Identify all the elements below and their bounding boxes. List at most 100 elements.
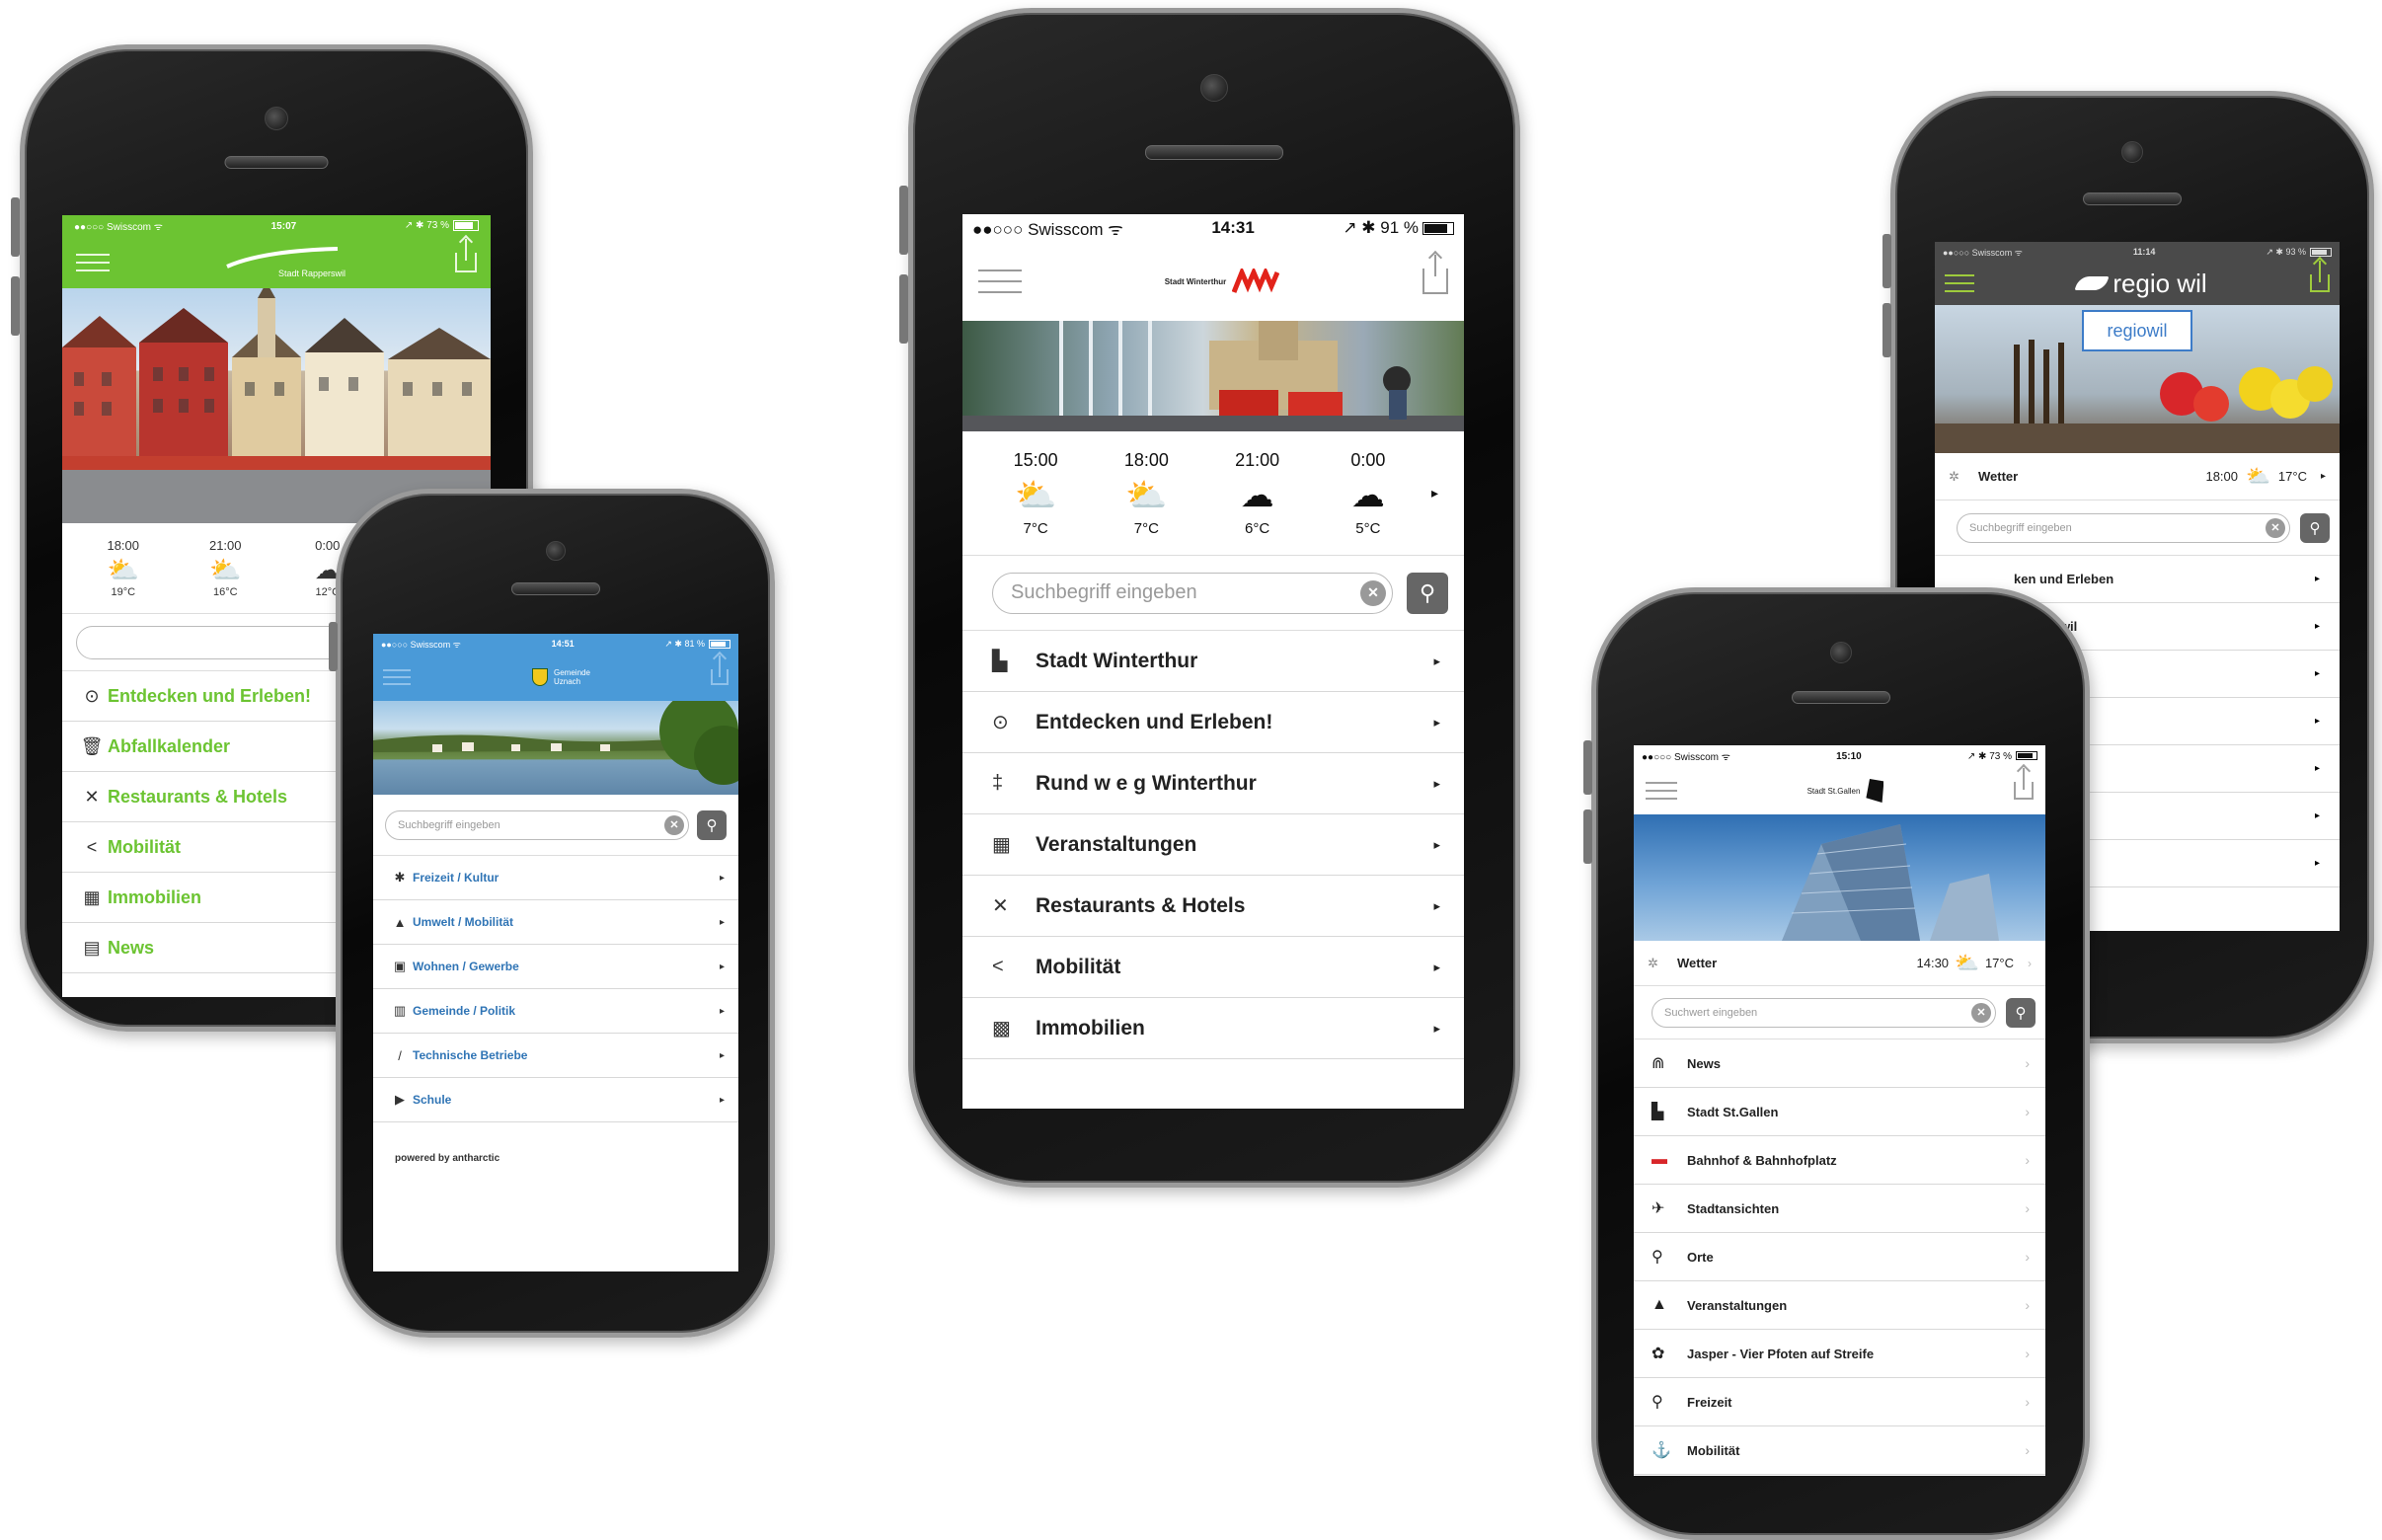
menu-icon[interactable] [1945, 274, 1974, 292]
list-item[interactable]: ✈ Stadtansichten › [1634, 1185, 2045, 1233]
list-item[interactable]: ▙ Stadt Winterthur ▸ [962, 631, 1464, 692]
list-item[interactable]: ▬ Bahnhof & Bahnhofplatz › [1634, 1136, 2045, 1185]
list-item-label: News [1687, 1055, 1721, 1071]
weather-time: 21:00 [208, 538, 242, 553]
clear-icon[interactable]: ✕ [1360, 579, 1386, 606]
house-icon: ▣ [393, 959, 407, 973]
menu-icon[interactable] [978, 270, 1022, 293]
front-camera [2121, 141, 2143, 163]
weather-strip[interactable]: 15:00 ⛅ 7°C 18:00 ⛅ 7°C 21:00 ☁ 6°C 0:00 ☁ 5°C ▸ [962, 431, 1464, 556]
carrier: ●●○○○ Swisscom ᯤ [1943, 247, 2023, 258]
list-item[interactable]: ⊙ Entdecken und Erleben! ▸ [962, 692, 1464, 753]
battery-icon [1422, 222, 1454, 236]
earpiece-speaker [510, 582, 600, 595]
battery-icon [2309, 247, 2332, 257]
battery-label: ↗ ✱ 93 % [2266, 246, 2306, 257]
tent-icon: ▲ [1652, 1296, 1667, 1313]
list-item[interactable]: / Technische Betriebe ▸ [373, 1034, 738, 1078]
carrier: ●●○○○ Swisscom ᯤ [972, 219, 1123, 239]
chevron-right-icon: › [2025, 1394, 2030, 1410]
list-item[interactable]: < Mobilität ▸ [962, 937, 1464, 998]
chevron-right-icon: › [2025, 1442, 2030, 1458]
map-pin-icon: ⚲ [1652, 1249, 1663, 1266]
weather-row[interactable]: ✲ Wetter 18:00 ⛅ 17°C ▸ [1935, 453, 2340, 500]
search-placeholder: Suchwert eingeben [1664, 1006, 1758, 1019]
menu-icon[interactable] [1646, 782, 1677, 800]
menu-icon[interactable] [76, 254, 110, 271]
search-button[interactable]: ⚲ [2006, 997, 2036, 1028]
weather-label: Wetter [1677, 956, 1718, 970]
search-button[interactable]: ⚲ [2300, 512, 2330, 543]
list-item[interactable]: ▦ Veranstaltungen ▸ [962, 814, 1464, 876]
menu-list: ⋒ News › ▙ Stadt St.Gallen › ▬ Bahnhof & Bahn… [1634, 1040, 2045, 1476]
search-button[interactable]: ⚲ [1407, 572, 1448, 614]
chevron-right-icon: ▸ [1433, 897, 1440, 913]
bear-coat-of-arms-icon [1866, 779, 1884, 803]
list-item[interactable]: ▣ Wohnen / Gewerbe ▸ [373, 945, 738, 989]
menu-icon[interactable] [383, 669, 411, 685]
trash-icon: 🗑 [80, 735, 104, 756]
weather-row[interactable]: ✲ Wetter 14:30 ⛅ 17°C › [1634, 941, 2045, 986]
list-item[interactable]: ▲ Veranstaltungen › [1634, 1281, 2045, 1330]
list-item[interactable]: ✿ Jasper - Vier Pfoten auf Streife › [1634, 1330, 2045, 1378]
list-item[interactable]: ▥ Gemeinde / Politik ▸ [373, 989, 738, 1034]
list-item-label: Umwelt / Mobilität [413, 915, 513, 929]
sun-cloud-icon: ⛅ [1955, 953, 1979, 974]
list-item[interactable]: ⋒ News › [1634, 1040, 2045, 1088]
battery-label: ↗ ✱ 73 % [404, 220, 449, 232]
search-input[interactable]: Suchbegriff eingeben ✕ [1957, 512, 2290, 543]
search-button[interactable]: ⚲ [697, 809, 727, 840]
highrise-illustration [1782, 824, 1999, 941]
share-icon[interactable] [711, 669, 729, 685]
sun-cloud-icon: ⛅ [107, 555, 139, 584]
battery-icon [708, 639, 730, 649]
list-item-label: Veranstaltungen [1036, 832, 1197, 856]
app-logo: regio wil [2074, 269, 2207, 299]
share-icon[interactable] [454, 253, 477, 272]
battery-icon [2016, 751, 2037, 761]
clock: 11:14 [2132, 247, 2156, 257]
clear-icon[interactable]: ✕ [664, 814, 684, 835]
logo-text: Stadt Rapperswil [277, 269, 346, 278]
hero-image [962, 321, 1464, 431]
list-item[interactable]: ⚲ Orte › [1634, 1233, 2045, 1281]
share-icon[interactable] [2014, 782, 2034, 800]
rss-icon: ⋒ [1652, 1055, 1665, 1072]
search-row: Suchbegriff eingeben ✕ ⚲ [962, 556, 1464, 631]
search-input[interactable]: Suchbegriff eingeben ✕ [992, 572, 1393, 614]
list-item[interactable]: ▲ Umwelt / Mobilität ▸ [373, 900, 738, 945]
weather-temp: 5°C [1355, 519, 1381, 537]
weather-time: 0:00 [315, 538, 341, 553]
list-item[interactable]: ▶ Schule ▸ [373, 1078, 738, 1122]
search-input[interactable]: Suchwert eingeben ✕ [1652, 997, 1996, 1028]
share-icon[interactable] [2310, 274, 2330, 292]
chevron-right-icon: › [2028, 956, 2032, 970]
menu-list: ✱ Freizeit / Kultur ▸ ▲ Umwelt / Mobilität ▸… [373, 856, 738, 1153]
news-icon: ▤ [83, 937, 101, 958]
list-item[interactable]: ⚓ Mobilität › [1634, 1426, 2045, 1475]
search-input[interactable]: Suchbegriff eingeben ✕ [385, 809, 689, 840]
chevron-right-icon: ▸ [719, 916, 725, 928]
chevron-right-icon: ▸ [2320, 471, 2326, 482]
search-placeholder: Suchbegriff eingeben [1011, 581, 1197, 603]
environment-icon: ▲ [393, 914, 407, 930]
earpiece-speaker [2083, 192, 2182, 205]
list-item[interactable]: ✱ Freizeit / Kultur ▸ [373, 856, 738, 900]
chevron-right-icon: › [2025, 1152, 2030, 1168]
weather-temp: 16°C [212, 586, 238, 598]
station-square-illustration [962, 321, 1464, 431]
list-item[interactable]: ‡ Rund w e g Winterthur ▸ [962, 753, 1464, 814]
leisure-icon: ✱ [394, 870, 406, 885]
list-item[interactable]: ▙ Stadt St.Gallen › [1634, 1088, 2045, 1136]
sun-cloud-icon: ⛅ [1125, 476, 1168, 514]
sun-cloud-icon: ⛅ [209, 555, 242, 584]
side-button [11, 276, 20, 336]
clear-icon[interactable]: ✕ [2266, 517, 2285, 538]
weather-next-arrow-icon[interactable]: ▸ [1431, 485, 1438, 501]
share-icon[interactable] [1422, 269, 1448, 294]
list-item[interactable]: ⚲ Freizeit › [1634, 1378, 2045, 1426]
clear-icon[interactable]: ✕ [1971, 1002, 1991, 1023]
list-item[interactable]: ▩ Immobilien ▸ [962, 998, 1464, 1059]
battery: ↗ ✱ 91 % [1343, 218, 1454, 238]
list-item[interactable]: ✕ Restaurants & Hotels ▸ [962, 876, 1464, 937]
